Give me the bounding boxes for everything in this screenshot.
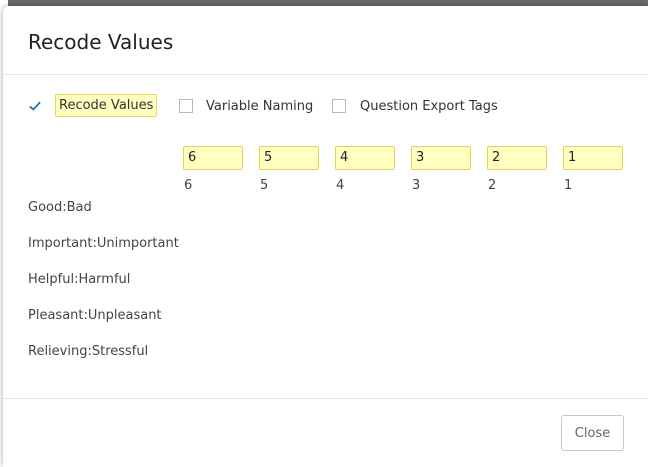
original-value-1: 6 [184, 178, 193, 193]
variable-naming-label[interactable]: Variable Naming [206, 98, 313, 115]
row-label: Helpful:Harmful [28, 272, 131, 287]
close-button[interactable]: Close [561, 415, 624, 451]
recode-input-6[interactable]: 1 [563, 146, 623, 170]
recode-input-1[interactable]: 6 [183, 146, 243, 170]
row-label: Relieving:Stressful [28, 344, 149, 359]
original-value-4: 3 [412, 178, 421, 193]
original-value-5: 2 [488, 178, 497, 193]
question-export-tags-checkbox[interactable] [332, 99, 346, 113]
variable-naming-checkbox[interactable] [179, 99, 193, 113]
row-label: Pleasant:Unpleasant [28, 308, 162, 323]
original-value-3: 4 [336, 178, 345, 193]
original-value-2: 5 [260, 178, 269, 193]
checkmark-icon [29, 101, 41, 111]
header-divider [3, 74, 648, 75]
recode-input-2[interactable]: 5 [259, 146, 319, 170]
row-label: Important:Unimportant [28, 236, 179, 251]
footer-divider [3, 398, 648, 399]
recode-values-dialog: Recode Values Recode Values Variable Nam… [3, 6, 648, 467]
dialog-title: Recode Values [28, 30, 174, 54]
recode-values-checkbox[interactable] [28, 99, 42, 113]
recode-input-4[interactable]: 3 [411, 146, 471, 170]
question-export-tags-label[interactable]: Question Export Tags [360, 98, 498, 115]
recode-input-5[interactable]: 2 [487, 146, 547, 170]
recode-values-label[interactable]: Recode Values [55, 94, 158, 117]
row-label: Good:Bad [28, 200, 92, 215]
recode-input-3[interactable]: 4 [335, 146, 395, 170]
original-value-6: 1 [564, 178, 573, 193]
